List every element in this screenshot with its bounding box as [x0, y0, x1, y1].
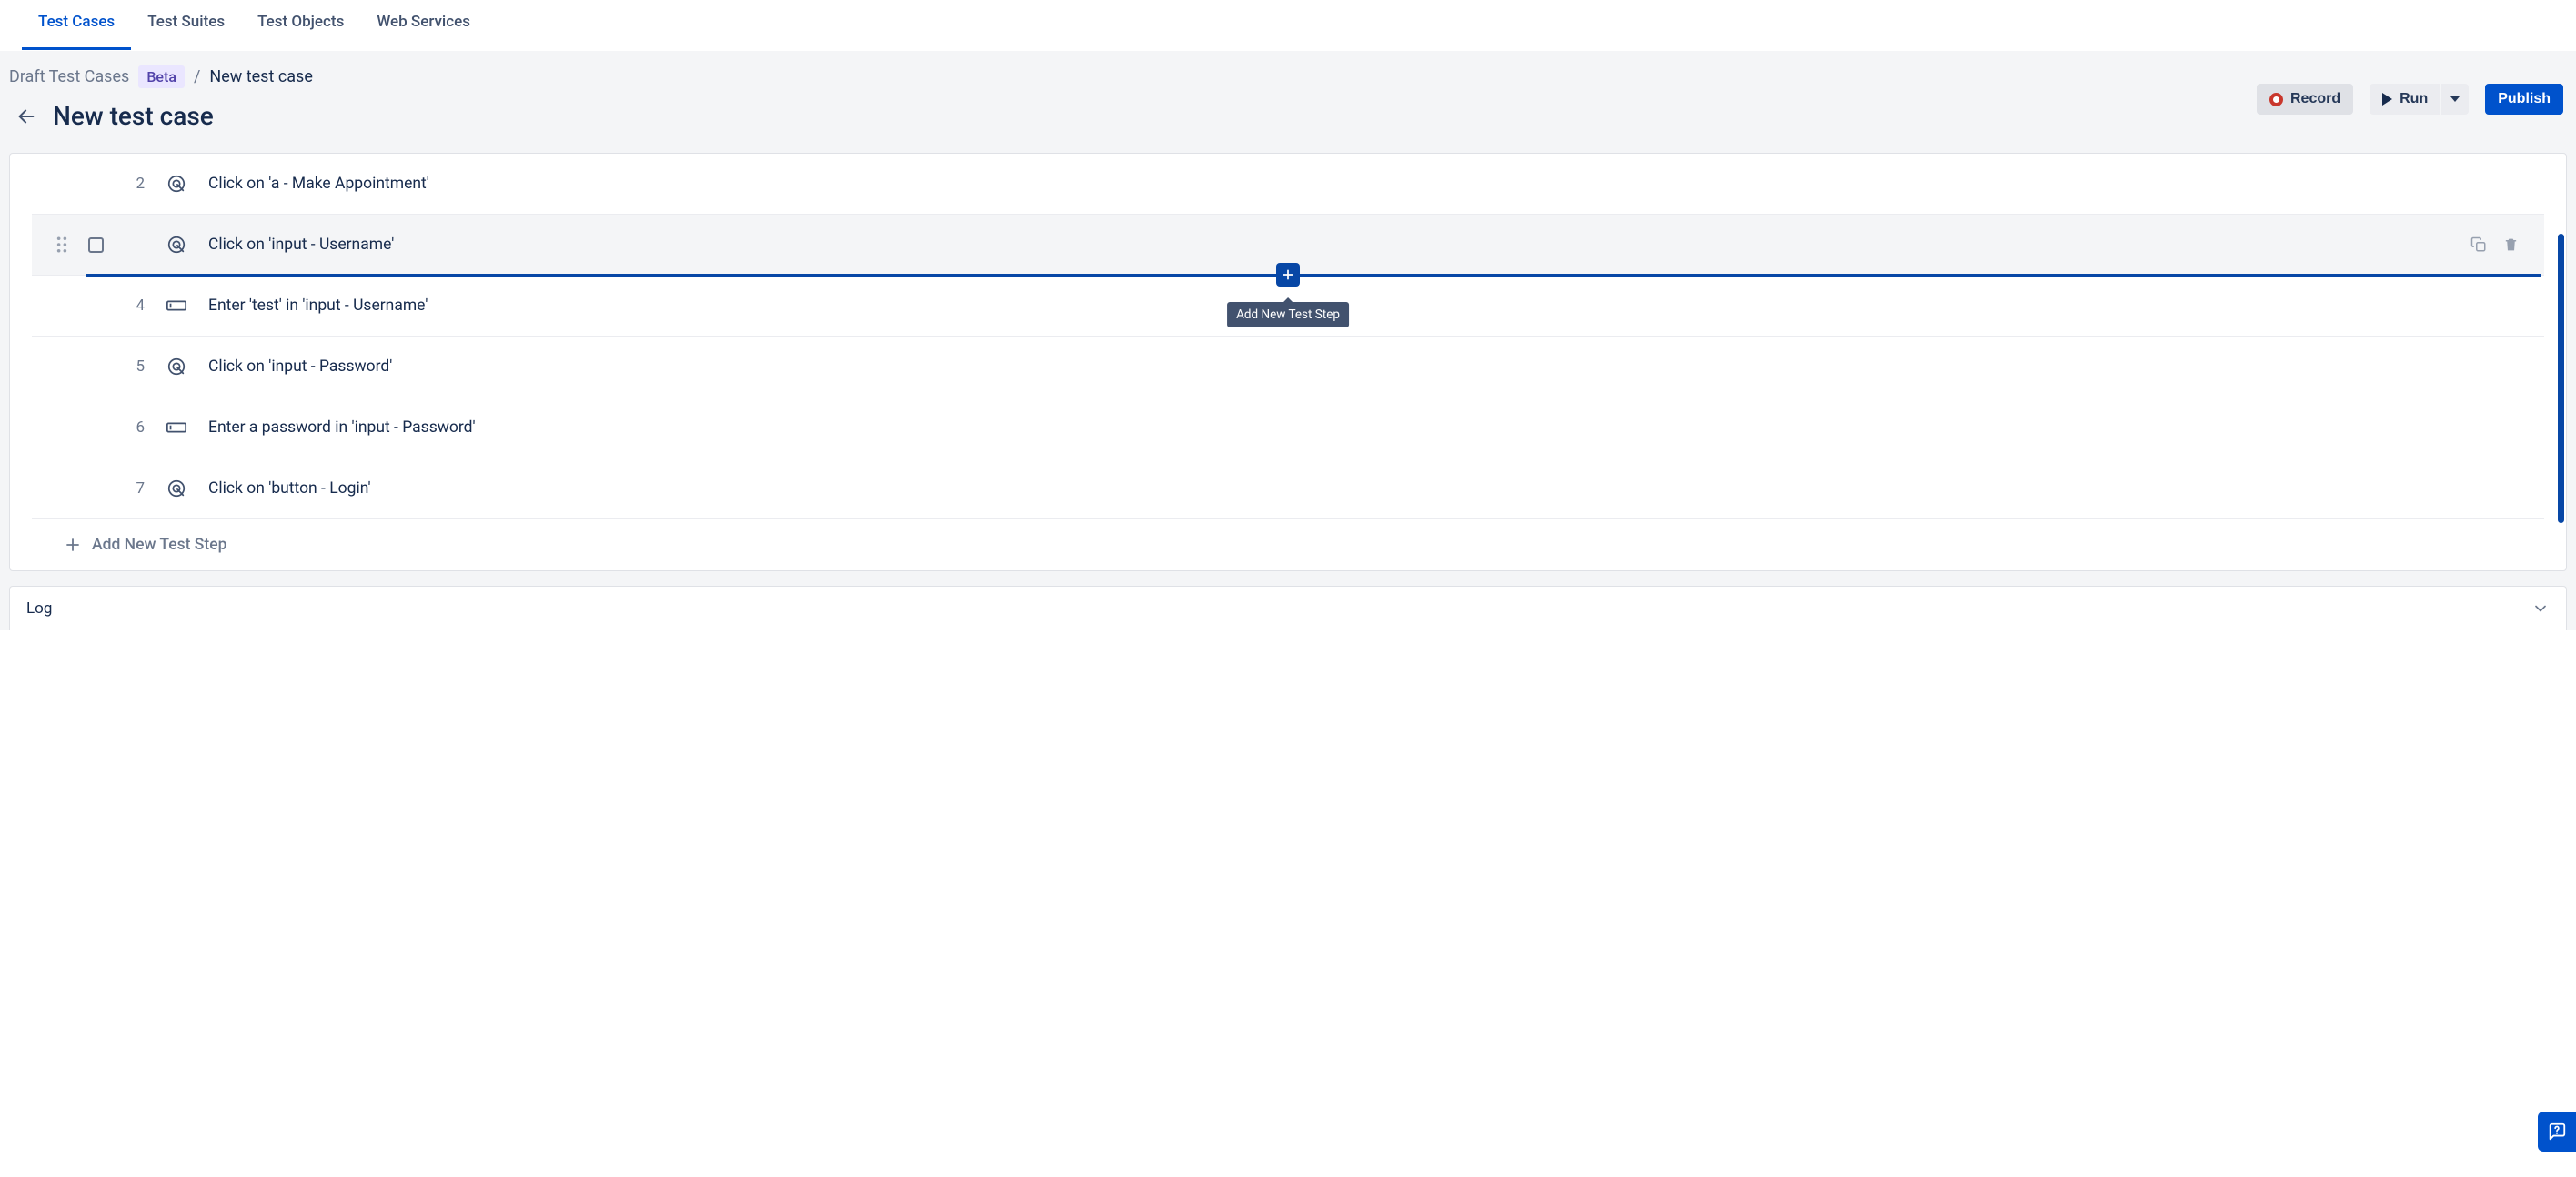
top-tabs: Test Cases Test Suites Test Objects Web …: [0, 0, 2576, 51]
record-label: Record: [2290, 91, 2340, 107]
publish-label: Publish: [2498, 91, 2551, 107]
insert-line: [86, 274, 2541, 277]
chevron-down-icon: [2450, 96, 2460, 102]
log-title: Log: [26, 599, 52, 618]
step-row[interactable]: 7 Click on 'button - Login': [32, 458, 2544, 519]
help-fab[interactable]: [2538, 1112, 2576, 1152]
chevron-down-icon: [2531, 599, 2550, 618]
step-number: 2: [114, 175, 145, 193]
run-dropdown-button[interactable]: [2441, 84, 2469, 115]
tab-test-objects[interactable]: Test Objects: [241, 0, 360, 50]
pointer-icon: [145, 235, 208, 255]
tab-web-services[interactable]: Web Services: [360, 0, 487, 50]
tab-test-suites[interactable]: Test Suites: [131, 0, 241, 50]
duplicate-icon[interactable]: [2470, 236, 2487, 253]
run-button[interactable]: Run: [2370, 84, 2440, 115]
step-number: 4: [114, 297, 145, 315]
breadcrumb: Draft Test Cases Beta / New test case: [9, 65, 2567, 88]
publish-button[interactable]: Publish: [2485, 84, 2563, 115]
step-description: Click on 'input - Password': [208, 357, 2544, 376]
step-number: 5: [114, 357, 145, 376]
input-icon: [145, 419, 208, 436]
step-description: Click on 'input - Username': [208, 236, 2470, 254]
insert-step-button[interactable]: [1276, 263, 1300, 287]
breadcrumb-root[interactable]: Draft Test Cases: [9, 67, 129, 86]
step-row[interactable]: 5 Click on 'input - Password': [32, 337, 2544, 397]
scrollbar[interactable]: [2558, 234, 2564, 523]
insert-tooltip: Add New Test Step: [1227, 302, 1349, 327]
delete-icon[interactable]: [2503, 236, 2519, 253]
content: 2 Click on 'a - Make Appointment' Click on…: [0, 153, 2576, 630]
step-row[interactable]: Click on 'input - Username'Add New Test …: [32, 215, 2544, 276]
log-panel-header[interactable]: Log: [9, 586, 2567, 630]
step-row[interactable]: 2 Click on 'a - Make Appointment': [32, 154, 2544, 215]
header-actions: Record Run Publish: [2257, 84, 2563, 115]
run-label: Run: [2400, 91, 2428, 107]
breadcrumb-current: New test case: [209, 67, 313, 86]
step-number: 7: [114, 479, 145, 498]
step-row[interactable]: 6 Enter a password in 'input - Password': [32, 397, 2544, 458]
page-header: Draft Test Cases Beta / New test case Ne…: [0, 51, 2576, 153]
back-arrow-icon[interactable]: [16, 106, 36, 126]
drag-handle-icon[interactable]: [55, 236, 77, 253]
step-description: Enter a password in 'input - Password': [208, 418, 2544, 437]
tab-test-cases[interactable]: Test Cases: [22, 0, 131, 50]
record-button[interactable]: Record: [2257, 84, 2353, 115]
add-step-button[interactable]: Add New Test Step: [32, 519, 2544, 570]
add-step-label: Add New Test Step: [92, 536, 226, 554]
page-title: New test case: [53, 101, 214, 131]
step-description: Enter 'test' in 'input - Username': [208, 297, 2544, 315]
step-checkbox[interactable]: [77, 237, 114, 253]
play-icon: [2382, 93, 2392, 106]
pointer-icon: [145, 174, 208, 194]
input-icon: [145, 297, 208, 314]
breadcrumb-separator: /: [194, 67, 200, 86]
step-number: 6: [114, 418, 145, 437]
record-icon: [2269, 93, 2283, 106]
pointer-icon: [145, 478, 208, 498]
beta-badge: Beta: [138, 65, 185, 88]
pointer-icon: [145, 357, 208, 377]
step-description: Click on 'button - Login': [208, 479, 2544, 498]
steps-card: 2 Click on 'a - Make Appointment' Click on…: [9, 153, 2567, 571]
step-description: Click on 'a - Make Appointment': [208, 175, 2544, 193]
